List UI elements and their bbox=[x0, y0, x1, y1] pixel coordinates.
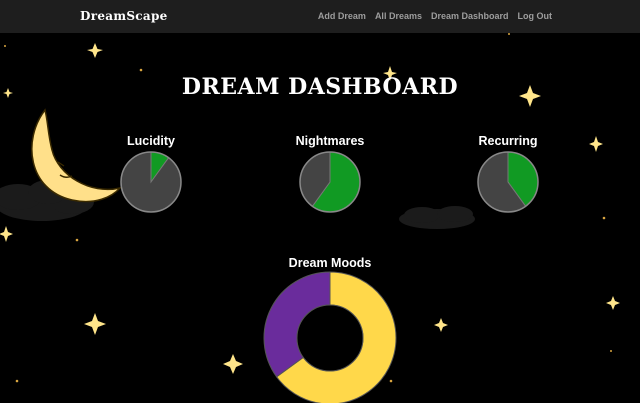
page-title: DREAM DASHBOARD bbox=[181, 74, 459, 100]
donut-hole bbox=[296, 304, 364, 372]
charts-layer bbox=[120, 151, 539, 403]
dashboard-page: DreamScape Add Dream All Dreams Dream Da… bbox=[0, 0, 640, 403]
nav-links: Add Dream All Dreams Dream Dashboard Log… bbox=[318, 11, 552, 21]
chart-title-recurring: Recurring bbox=[478, 134, 538, 148]
nav-link-dream-dashboard[interactable]: Dream Dashboard bbox=[431, 11, 509, 21]
brand-logo[interactable]: DreamScape bbox=[80, 9, 168, 23]
chart-title-lucidity: Lucidity bbox=[127, 134, 175, 148]
nav-link-log-out[interactable]: Log Out bbox=[518, 11, 553, 21]
navbar: DreamScape Add Dream All Dreams Dream Da… bbox=[0, 0, 640, 33]
nav-link-all-dreams[interactable]: All Dreams bbox=[375, 11, 422, 21]
nav-link-add-dream[interactable]: Add Dream bbox=[318, 11, 366, 21]
chart-title-dream-moods: Dream Moods bbox=[288, 256, 372, 270]
chart-title-nightmares: Nightmares bbox=[295, 134, 365, 148]
